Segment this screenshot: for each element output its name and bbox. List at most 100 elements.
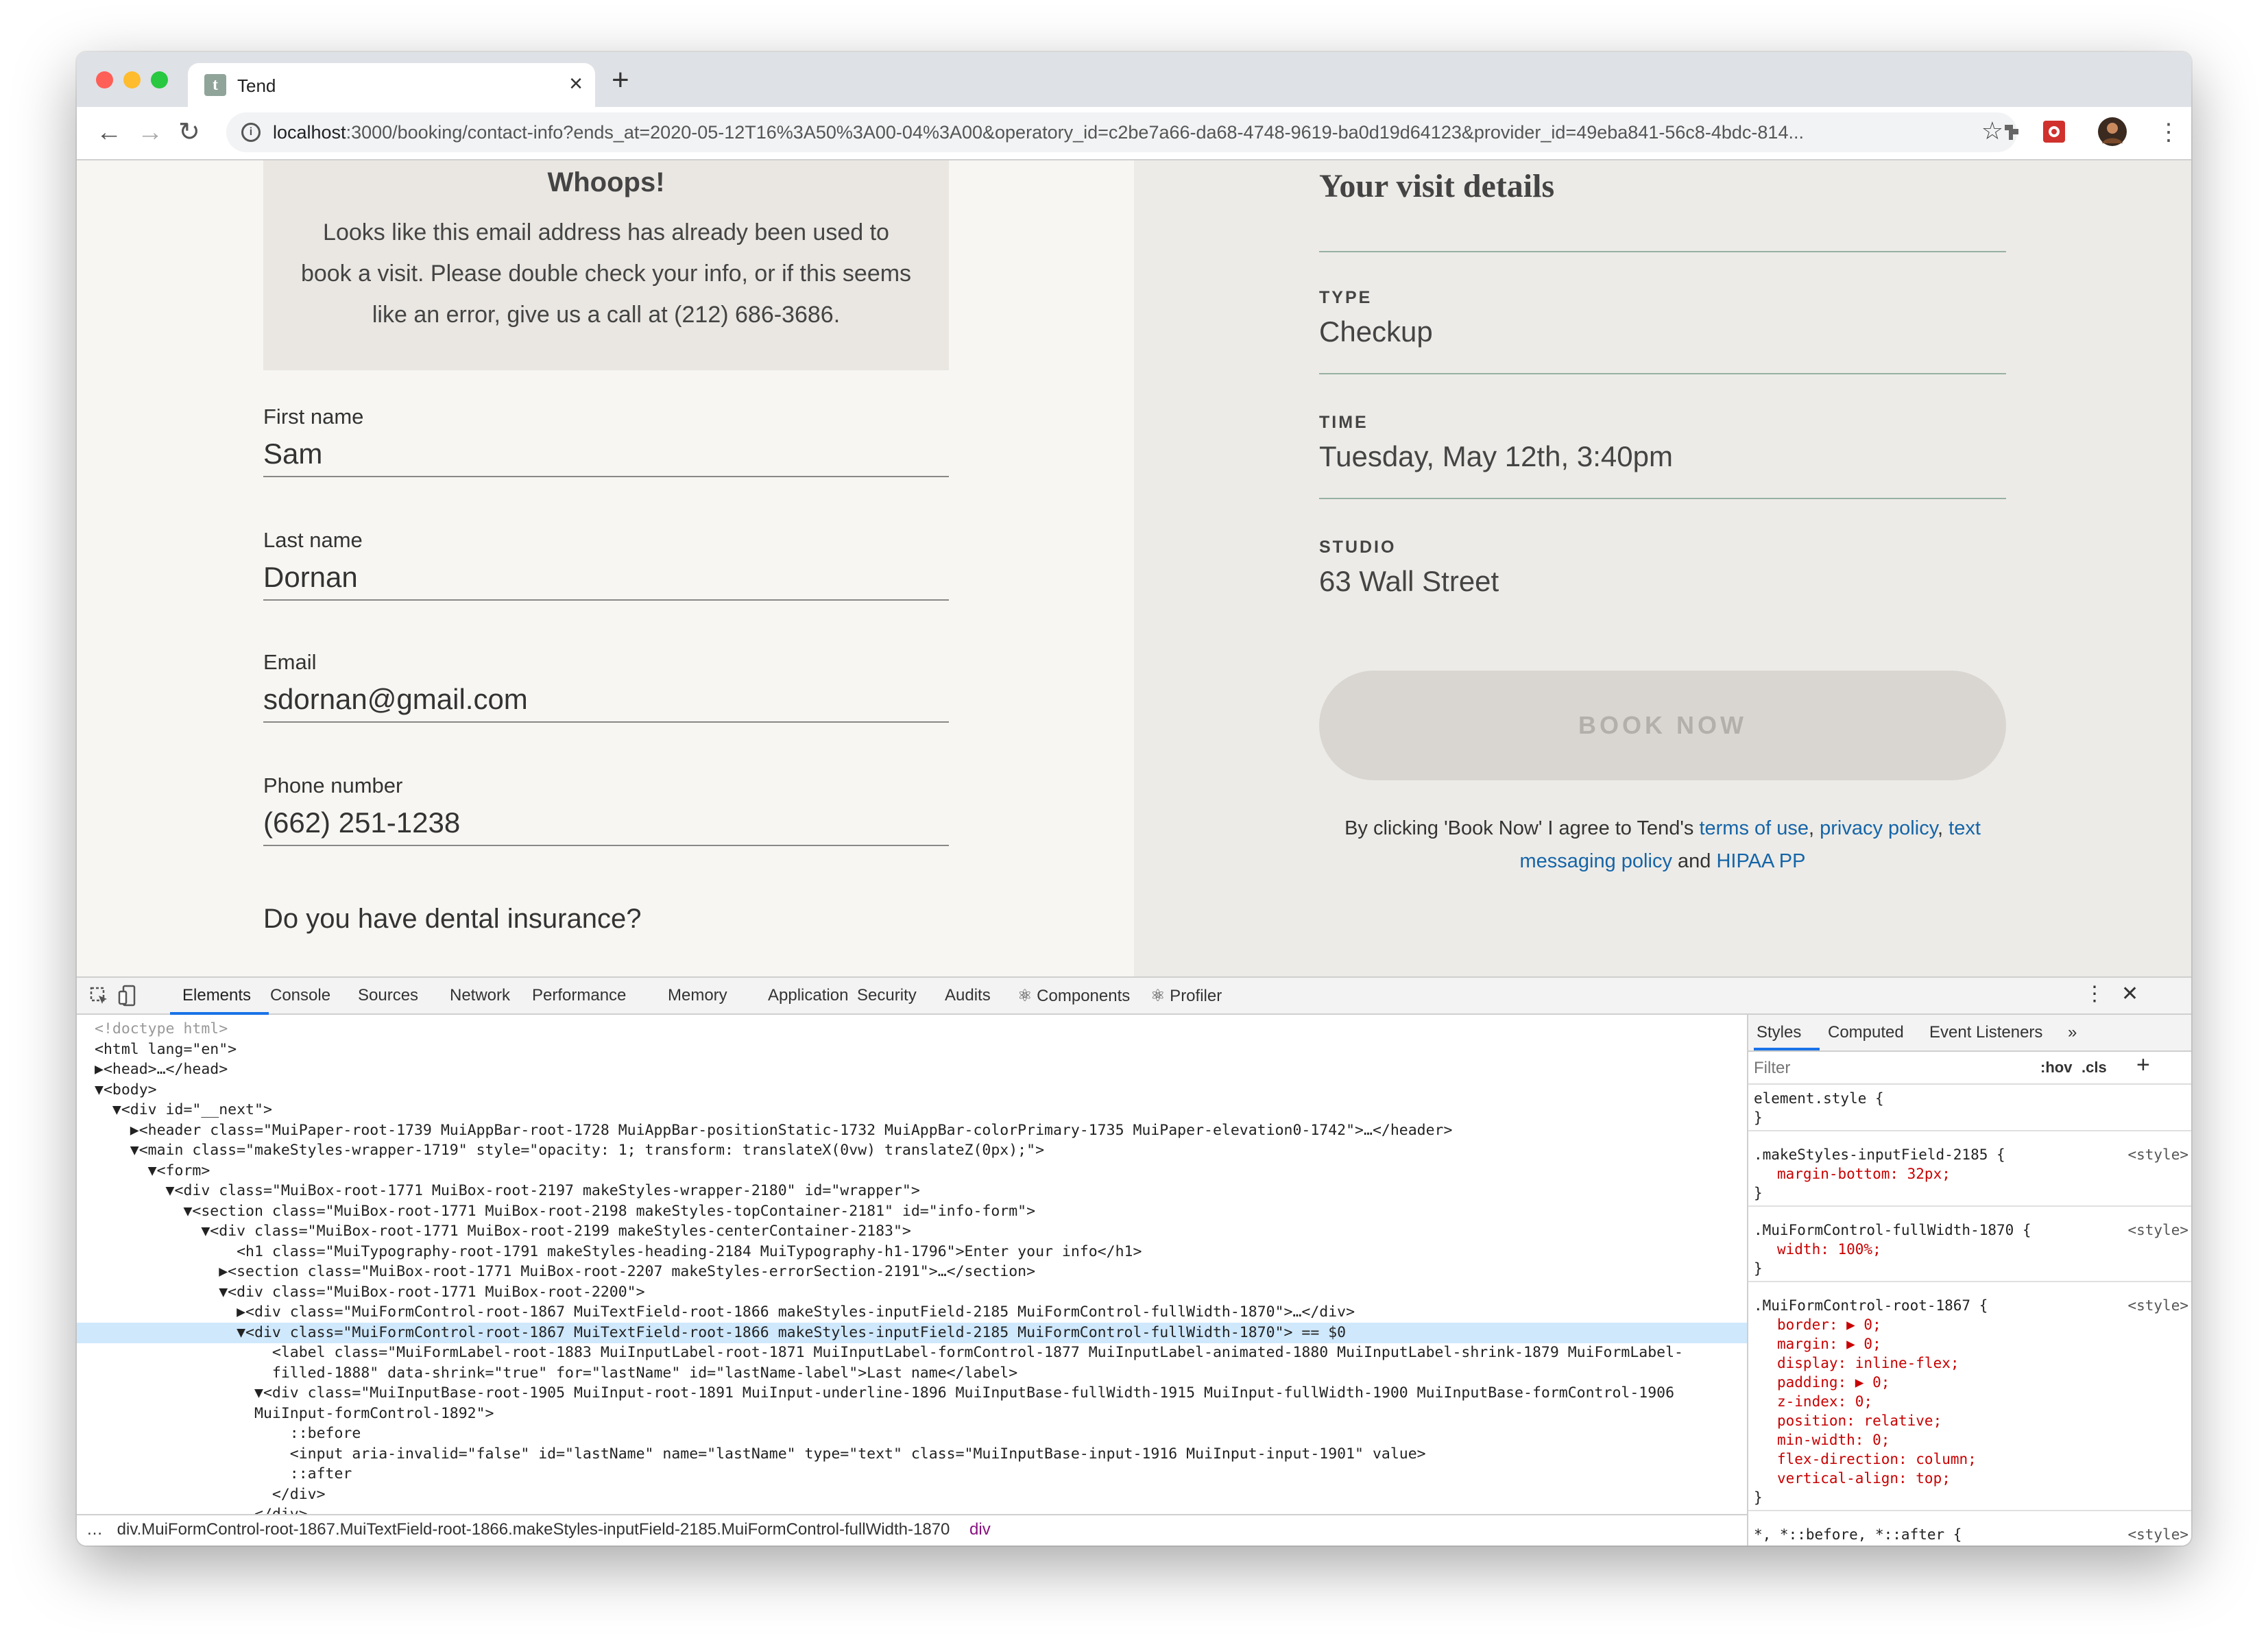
first-name-field[interactable]: First name Sam xyxy=(263,405,949,477)
dom-line[interactable]: ▼<div class="MuiBox-root-1771 MuiBox-roo… xyxy=(77,1282,1747,1303)
style-rule[interactable]: .makeStyles-inputField-2185 {<style> marg… xyxy=(1748,1142,2191,1207)
style-rule-selector[interactable]: element.style { xyxy=(1754,1089,2187,1108)
new-tab-icon[interactable]: + xyxy=(612,64,629,96)
email-input[interactable]: sdornan@gmail.com xyxy=(263,683,949,716)
dom-line[interactable]: ▶<section class="MuiBox-root-1771 MuiBox… xyxy=(77,1262,1747,1282)
hipaa-pp-link[interactable]: HIPAA PP xyxy=(1716,850,1805,872)
style-property[interactable]: width: 100%; xyxy=(1754,1240,2187,1259)
dom-line[interactable]: filled-1888" data-shrink="true" for="las… xyxy=(77,1363,1747,1384)
terms-of-use-link[interactable]: terms of use xyxy=(1699,817,1809,839)
dom-line[interactable]: ▼<section class="MuiBox-root-1771 MuiBox… xyxy=(77,1201,1747,1222)
cls-toggle[interactable]: .cls xyxy=(2082,1059,2107,1077)
browser-menu-icon[interactable]: ⋮ xyxy=(2157,115,2180,149)
devtools-tab-1[interactable]: Console xyxy=(270,986,330,1005)
devtools-tab-8[interactable]: Audits xyxy=(945,986,991,1005)
style-property[interactable]: min-width: 0; xyxy=(1754,1430,2187,1450)
style-rule-selector[interactable]: .MuiFormControl-fullWidth-1870 { xyxy=(1754,1221,2187,1240)
style-rule[interactable]: .MuiFormControl-root-1867 {<style> border… xyxy=(1748,1293,2191,1511)
style-rule-selector[interactable]: .MuiFormControl-root-1867 { xyxy=(1754,1296,2187,1315)
forward-icon[interactable]: → xyxy=(137,115,163,149)
devtools-close-icon[interactable]: ✕ xyxy=(2121,982,2138,1006)
reload-icon[interactable]: ↻ xyxy=(178,115,200,149)
privacy-policy-link[interactable]: privacy policy xyxy=(1820,817,1938,839)
style-property[interactable]: padding: ▶ 0; xyxy=(1754,1373,2187,1392)
profile-avatar-icon[interactable] xyxy=(2098,117,2127,146)
maximize-window-icon[interactable] xyxy=(151,71,168,88)
style-rule-selector[interactable]: *, *::before, *::after { xyxy=(1754,1525,2187,1544)
dom-line[interactable]: ▼<div class="MuiFormControl-root-1867 Mu… xyxy=(77,1322,1747,1343)
dom-line[interactable]: <html lang="en"> xyxy=(77,1039,1747,1060)
style-property[interactable]: position: relative; xyxy=(1754,1411,2187,1430)
dom-line[interactable]: <label class="MuiFormLabel-root-1883 Mui… xyxy=(77,1343,1747,1363)
devtools-tab-4[interactable]: Performance xyxy=(532,986,626,1005)
style-property[interactable]: z-index: 0; xyxy=(1754,1392,2187,1411)
styles-filter-input[interactable] xyxy=(1754,1057,2028,1079)
devtools-menu-icon[interactable]: ⋮ xyxy=(2084,982,2105,1006)
elements-dom-tree[interactable]: <!doctype html> <html lang="en"> ▶<head>…<… xyxy=(77,1015,1747,1546)
style-rule[interactable]: *, *::before, *::after {<style>box-sizin… xyxy=(1748,1522,2191,1546)
style-property[interactable]: box-sizing: inherit; xyxy=(1754,1544,2187,1546)
new-style-rule-icon[interactable]: + xyxy=(2136,1052,2150,1079)
devtools-tab-10[interactable]: ⚛ Profiler xyxy=(1150,986,1222,1006)
devtools-tab-0[interactable]: Elements xyxy=(182,986,251,1005)
hov-toggle[interactable]: :hov xyxy=(2040,1059,2072,1077)
dom-line[interactable]: ▶<header class="MuiPaper-root-1739 MuiAp… xyxy=(77,1120,1747,1141)
devtools-tab-6[interactable]: Application xyxy=(768,986,848,1005)
dom-line[interactable]: <input aria-invalid="false" id="lastName… xyxy=(77,1444,1747,1465)
style-rule[interactable]: element.style {} xyxy=(1748,1086,2191,1131)
style-rule-selector[interactable]: .makeStyles-inputField-2185 { xyxy=(1754,1145,2187,1164)
style-rule-source[interactable]: <style> xyxy=(2127,1296,2188,1315)
style-property[interactable]: margin: ▶ 0; xyxy=(1754,1334,2187,1354)
extension-red-icon[interactable] xyxy=(2042,119,2066,144)
dom-line[interactable]: ▼<div class="MuiInputBase-root-1905 MuiI… xyxy=(77,1383,1747,1404)
styles-tab-1[interactable]: Computed xyxy=(1828,1023,1904,1042)
phone-input[interactable]: (662) 251-1238 xyxy=(263,806,949,839)
breadcrumb-more-icon[interactable]: … xyxy=(77,1520,112,1539)
devtools-tab-5[interactable]: Memory xyxy=(668,986,727,1005)
devtools-tab-2[interactable]: Sources xyxy=(358,986,418,1005)
devtools-tab-3[interactable]: Network xyxy=(450,986,510,1005)
devtools-tab-9[interactable]: ⚛ Components xyxy=(1017,986,1130,1006)
dom-line[interactable]: ▼<div id="__next"> xyxy=(77,1100,1747,1120)
devtools-tab-7[interactable]: Security xyxy=(857,986,917,1005)
info-icon[interactable]: i xyxy=(241,123,261,142)
first-name-input[interactable]: Sam xyxy=(263,437,949,470)
device-toolbar-icon[interactable] xyxy=(118,985,138,1008)
styles-tab-2[interactable]: Event Listeners xyxy=(1929,1023,2042,1042)
minimize-window-icon[interactable] xyxy=(123,71,141,88)
last-name-input[interactable]: Dornan xyxy=(263,561,949,594)
dom-line[interactable]: ▼<main class="makeStyles-wrapper-1719" s… xyxy=(77,1140,1747,1161)
dom-line[interactable]: ▶<head>…</head> xyxy=(77,1059,1747,1080)
breadcrumb-div[interactable]: div xyxy=(969,1520,991,1539)
tab-close-icon[interactable]: × xyxy=(569,69,583,99)
dom-line[interactable]: ::after xyxy=(77,1464,1747,1484)
style-property[interactable]: border: ▶ 0; xyxy=(1754,1315,2187,1334)
style-rule-source[interactable]: <style> xyxy=(2127,1221,2188,1240)
dom-line[interactable]: <!doctype html> xyxy=(77,1019,1747,1039)
styles-tab-0[interactable]: Styles xyxy=(1757,1023,1801,1042)
style-property[interactable]: flex-direction: column; xyxy=(1754,1450,2187,1469)
close-window-icon[interactable] xyxy=(96,71,113,88)
url-text[interactable]: localhost:3000/booking/contact-info?ends… xyxy=(273,122,1932,143)
style-property[interactable]: margin-bottom: 32px; xyxy=(1754,1164,2187,1183)
dom-line[interactable]: ▼<form> xyxy=(77,1161,1747,1181)
style-property[interactable]: vertical-align: top; xyxy=(1754,1469,2187,1488)
dom-line[interactable]: ▼<div class="MuiBox-root-1771 MuiBox-roo… xyxy=(77,1221,1747,1242)
browser-tab[interactable]: t Tend × xyxy=(188,63,595,107)
address-bar[interactable]: i localhost:3000/booking/contact-info?en… xyxy=(226,112,2017,152)
extension-pin-icon[interactable] xyxy=(1999,119,2024,144)
email-field[interactable]: Email sdornan@gmail.com xyxy=(263,650,949,723)
dom-line[interactable]: ▶<div class="MuiFormControl-root-1867 Mu… xyxy=(77,1302,1747,1323)
dom-line[interactable]: ▼<body> xyxy=(77,1080,1747,1101)
dom-line[interactable]: ▼<div class="MuiBox-root-1771 MuiBox-roo… xyxy=(77,1181,1747,1201)
style-property[interactable]: display: inline-flex; xyxy=(1754,1354,2187,1373)
dom-line[interactable]: MuiInput-formControl-1892"> xyxy=(77,1404,1747,1424)
phone-field[interactable]: Phone number (662) 251-1238 xyxy=(263,773,949,846)
dom-line[interactable]: </div> xyxy=(77,1484,1747,1505)
breadcrumb-selected[interactable]: div.MuiFormControl-root-1867.MuiTextFiel… xyxy=(117,1520,950,1539)
last-name-field[interactable]: Last name Dornan xyxy=(263,528,949,601)
dom-line[interactable]: <h1 class="MuiTypography-root-1791 makeS… xyxy=(77,1242,1747,1262)
inspect-element-icon[interactable] xyxy=(89,986,110,1007)
style-rule[interactable]: .MuiFormControl-fullWidth-1870 {<style> w… xyxy=(1748,1218,2191,1282)
dom-line[interactable]: ::before xyxy=(77,1423,1747,1444)
